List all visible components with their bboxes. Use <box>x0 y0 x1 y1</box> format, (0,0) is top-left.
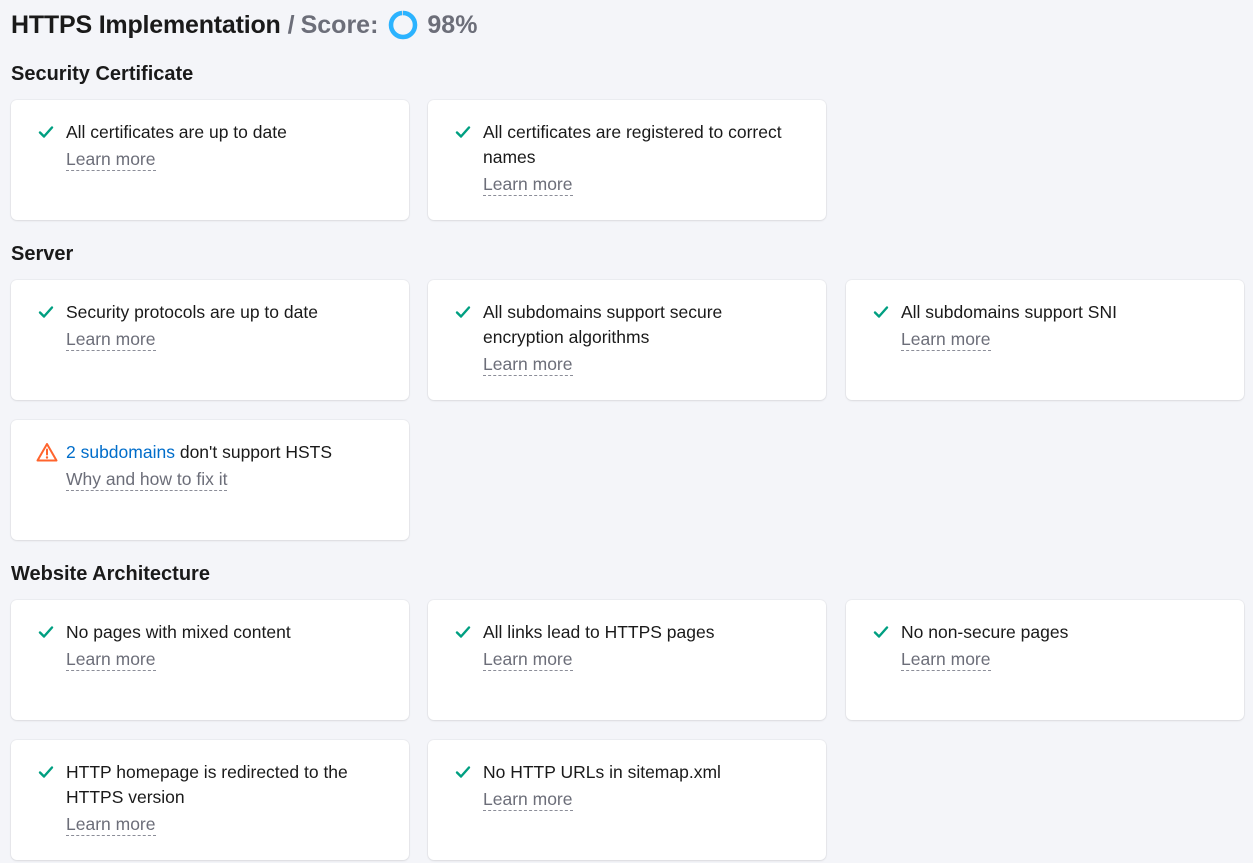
card-links-https: All links lead to HTTPS pages Learn more <box>428 600 826 720</box>
page-title: HTTPS Implementation <box>11 11 281 40</box>
learn-more-link[interactable]: Learn more <box>66 648 156 671</box>
card-homepage-redirect: HTTP homepage is redirected to the HTTPS… <box>11 740 409 860</box>
card-non-secure-pages: No non-secure pages Learn more <box>846 600 1244 720</box>
card-text: No pages with mixed content <box>66 620 389 645</box>
score-value: 98% <box>427 11 477 40</box>
card-text: No HTTP URLs in sitemap.xml <box>483 760 806 785</box>
section-title-server: Server <box>11 243 73 266</box>
hsts-text: don't support HSTS <box>175 442 332 462</box>
card-sitemap-urls: No HTTP URLs in sitemap.xml Learn more <box>428 740 826 860</box>
card-text: HTTP homepage is redirected to the HTTPS… <box>66 760 389 810</box>
card-certificates-correct-names: All certificates are registered to corre… <box>428 100 826 220</box>
card-security-protocols: Security protocols are up to date Learn … <box>11 280 409 400</box>
check-icon <box>455 303 471 321</box>
card-text: All subdomains support secure encryption… <box>483 300 806 350</box>
section-title-security-certificate: Security Certificate <box>11 63 193 86</box>
card-encryption-algorithms: All subdomains support secure encryption… <box>428 280 826 400</box>
learn-more-link[interactable]: Learn more <box>66 328 156 351</box>
card-text: 2 subdomains don't support HSTS <box>66 440 389 465</box>
learn-more-link[interactable]: Learn more <box>483 353 573 376</box>
card-text: No non-secure pages <box>901 620 1224 645</box>
card-text: All subdomains support SNI <box>901 300 1224 325</box>
learn-more-link[interactable]: Learn more <box>66 813 156 836</box>
learn-more-link[interactable]: Learn more <box>901 648 991 671</box>
card-mixed-content: No pages with mixed content Learn more <box>11 600 409 720</box>
check-icon <box>38 303 54 321</box>
card-text: Security protocols are up to date <box>66 300 389 325</box>
score-ring-icon <box>387 9 419 41</box>
card-text: All certificates are registered to corre… <box>483 120 806 170</box>
https-implementation-page: HTTPS Implementation / Score: 98% Securi… <box>0 0 1253 863</box>
learn-more-link[interactable]: Learn more <box>483 173 573 196</box>
check-icon <box>38 763 54 781</box>
card-text: All certificates are up to date <box>66 120 389 145</box>
why-and-how-to-fix-link[interactable]: Why and how to fix it <box>66 468 227 491</box>
title-separator: / <box>288 11 295 40</box>
section-title-website-architecture: Website Architecture <box>11 563 210 586</box>
check-icon <box>873 303 889 321</box>
card-sni-support: All subdomains support SNI Learn more <box>846 280 1244 400</box>
check-icon <box>38 123 54 141</box>
warning-icon <box>36 442 58 462</box>
card-certificates-up-to-date: All certificates are up to date Learn mo… <box>11 100 409 220</box>
learn-more-link[interactable]: Learn more <box>66 148 156 171</box>
learn-more-link[interactable]: Learn more <box>901 328 991 351</box>
check-icon <box>455 623 471 641</box>
card-hsts-support: 2 subdomains don't support HSTS Why and … <box>11 420 409 540</box>
check-icon <box>455 123 471 141</box>
check-icon <box>38 623 54 641</box>
card-text: All links lead to HTTPS pages <box>483 620 806 645</box>
check-icon <box>873 623 889 641</box>
learn-more-link[interactable]: Learn more <box>483 648 573 671</box>
learn-more-link[interactable]: Learn more <box>483 788 573 811</box>
subdomains-link[interactable]: 2 subdomains <box>66 442 175 462</box>
page-header: HTTPS Implementation / Score: 98% <box>11 8 477 42</box>
check-icon <box>455 763 471 781</box>
score-label: Score: <box>301 11 379 40</box>
